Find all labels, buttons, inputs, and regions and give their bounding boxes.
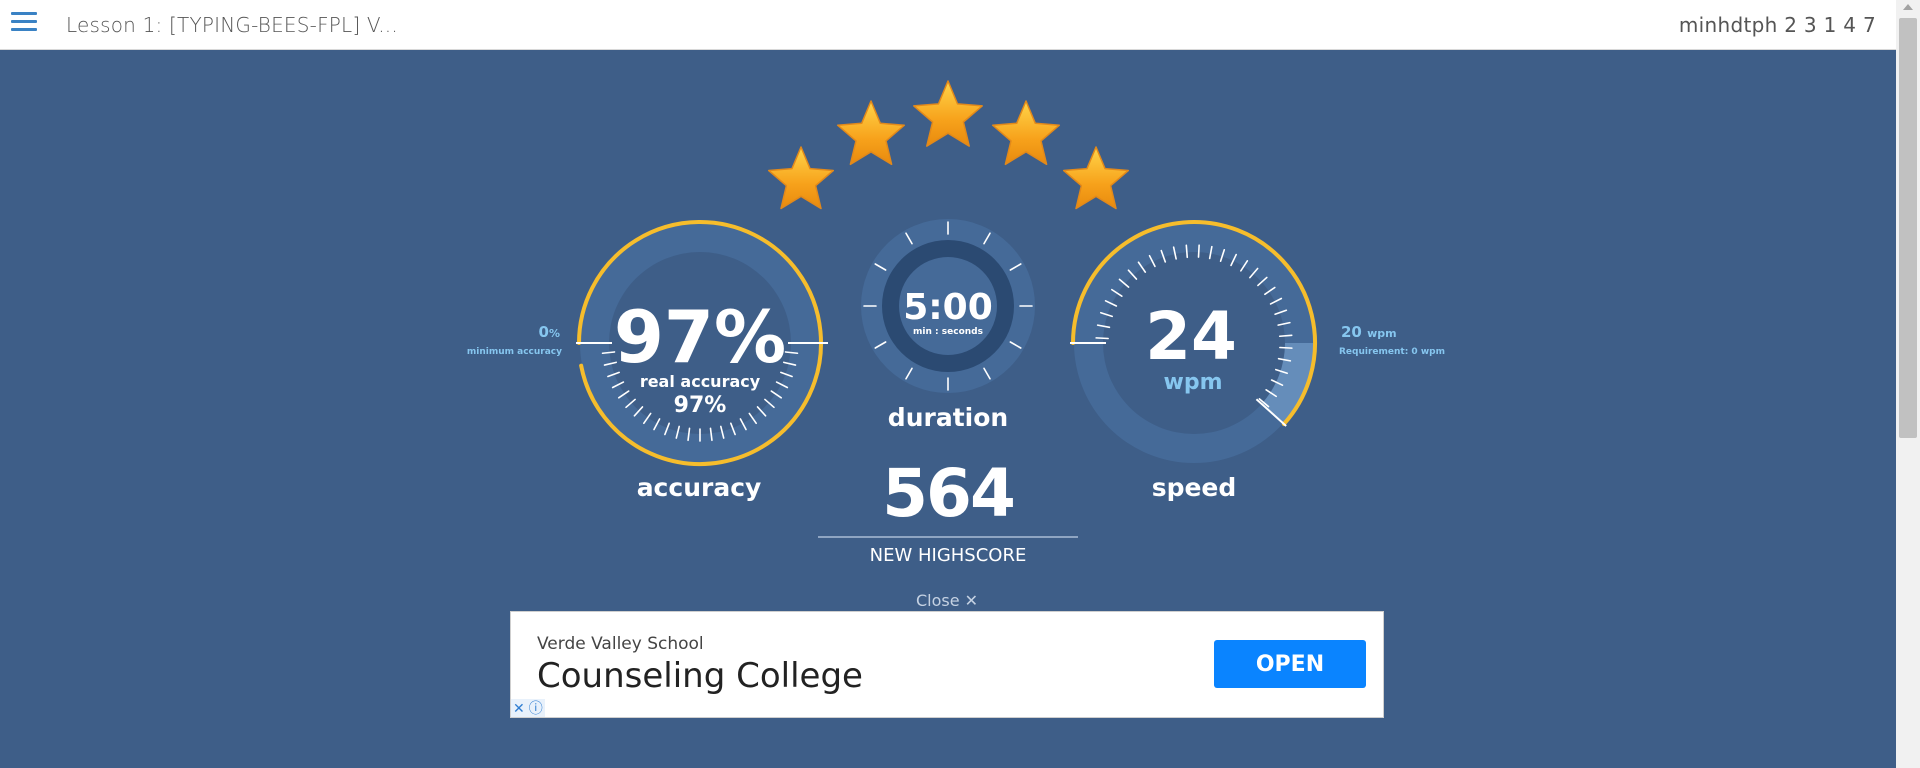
real-accuracy-value: 97% <box>674 393 727 418</box>
highscore-divider <box>818 536 1078 538</box>
close-icon[interactable]: ✕ <box>513 700 525 717</box>
minimum-accuracy-label: minimum accuracy <box>467 347 562 357</box>
real-accuracy-label: real accuracy <box>640 372 761 391</box>
highscore-label: NEW HIGHSCORE <box>869 545 1027 566</box>
ad-open-button[interactable]: OPEN <box>1214 640 1366 688</box>
duration-dial: 5:00 min : seconds duration <box>861 219 1035 432</box>
accuracy-label: accuracy <box>637 473 762 502</box>
minimum-accuracy-value: 0% <box>539 323 560 341</box>
star-icon <box>836 100 906 166</box>
speed-label: speed <box>1152 473 1237 502</box>
scrollbar[interactable] <box>1896 0 1920 768</box>
speed-requirement-label: Requirement: 0 wpm <box>1339 347 1445 357</box>
duration-unit: min : seconds <box>913 327 983 337</box>
speed-value: 24 <box>1145 298 1237 375</box>
speed-requirement-value: 20 wpm <box>1341 323 1397 341</box>
highscore-value: 564 <box>882 455 1016 532</box>
info-icon[interactable]: ⓘ <box>529 698 543 718</box>
speed-gauge: 24 wpm speed 20 wpm Requirement: 0 wpm <box>1070 220 1445 502</box>
duration-label: duration <box>888 403 1008 432</box>
speed-unit: wpm <box>1164 370 1223 395</box>
accuracy-gauge: 97% real accuracy 97% accuracy 0% minimu… <box>467 220 828 502</box>
scrollbar-thumb[interactable] <box>1899 18 1917 438</box>
ad-headline[interactable]: Counseling College <box>537 656 863 696</box>
accuracy-value: 97% <box>614 295 786 379</box>
ad-banner[interactable]: Verde Valley School Counseling College O… <box>510 611 1384 718</box>
ad-close-button[interactable]: Close ✕ <box>916 591 978 610</box>
star-icon <box>1062 146 1130 210</box>
ad-choices-badge[interactable]: ✕ ⓘ <box>511 699 545 717</box>
star-icon <box>767 146 835 210</box>
duration-value: 5:00 <box>903 287 993 328</box>
ad-sponsor: Verde Valley School <box>537 634 704 654</box>
star-icon <box>991 100 1061 166</box>
star-icon <box>913 80 983 147</box>
star-rating <box>767 80 1130 210</box>
scroll-up-icon[interactable] <box>1903 4 1913 10</box>
